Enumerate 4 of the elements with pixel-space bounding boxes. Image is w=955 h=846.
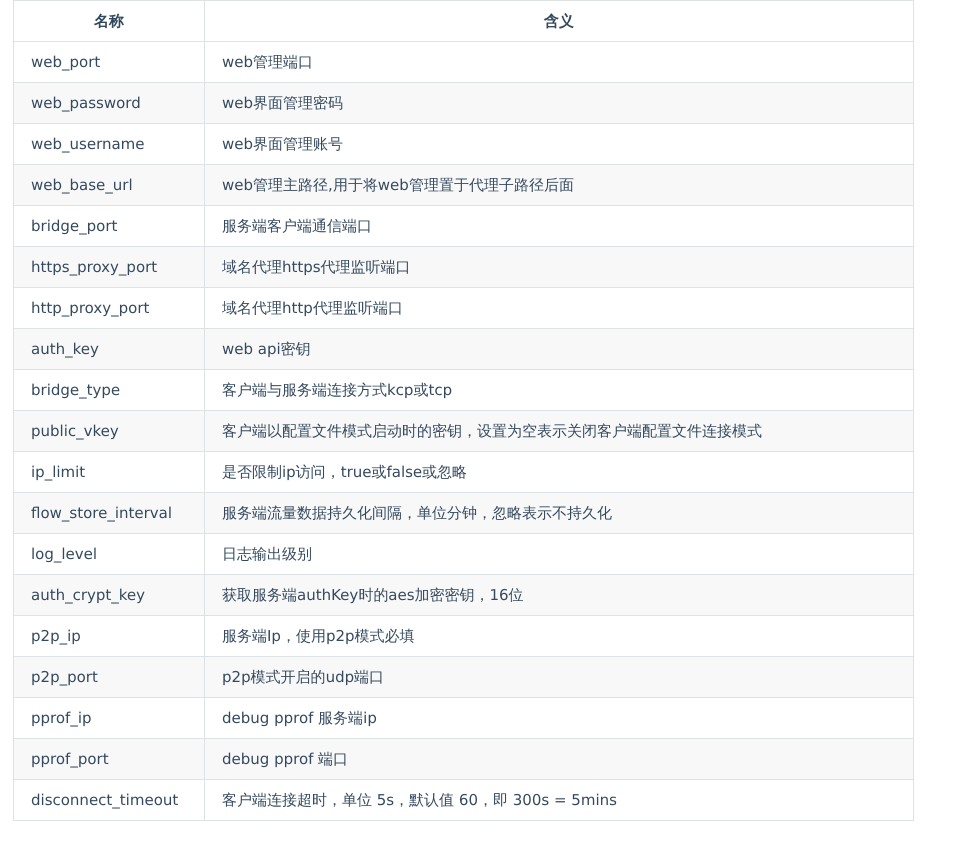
- column-header: 名称: [14, 0, 204, 42]
- table-cell: 客户端连接超时，单位 5s，默认值 60，即 300s = 5mins: [204, 780, 914, 820]
- table-cell: disconnect_timeout: [14, 780, 204, 820]
- column-header: 含义: [204, 0, 914, 42]
